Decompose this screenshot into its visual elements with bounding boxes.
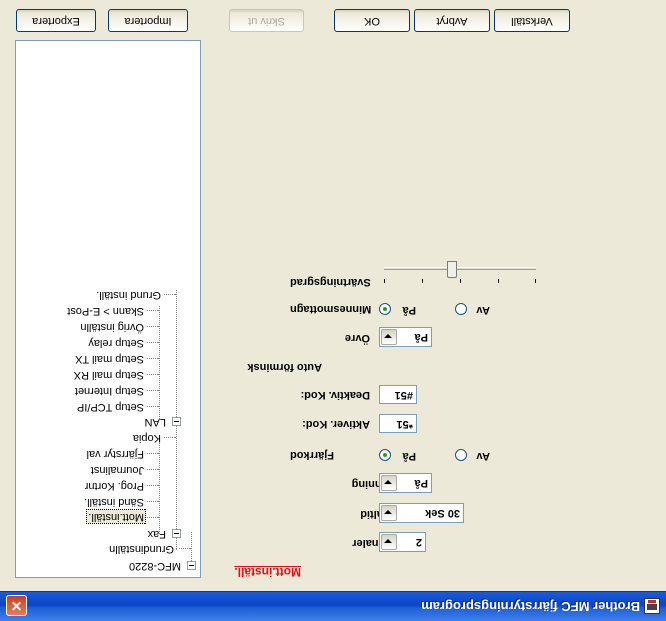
tree-guide: [159, 437, 160, 534]
chevron-down-icon[interactable]: [381, 534, 397, 550]
tree-guide: [147, 453, 159, 454]
remote-code-on-label: På: [402, 450, 416, 462]
close-button[interactable]: ✕: [6, 595, 27, 616]
upper-label: Övre: [344, 332, 370, 344]
tree-item[interactable]: Fjärrstyr val: [85, 447, 146, 460]
tree-item[interactable]: Grund inställ.: [94, 288, 163, 301]
fax-detect-value: På: [414, 477, 428, 489]
chevron-down-icon[interactable]: [381, 505, 397, 521]
collapse-icon[interactable]: [172, 417, 181, 426]
tree-guide: [147, 326, 159, 327]
tree-guide: [164, 294, 176, 295]
slider-tick: [384, 279, 385, 283]
tree-item[interactable]: Prog. Kortnr: [83, 479, 146, 492]
deactivate-code-input[interactable]: #51: [379, 385, 417, 404]
tree-item[interactable]: Grundinställn: [107, 542, 176, 555]
remote-code-off-radio[interactable]: [455, 449, 467, 461]
chevron-down-icon[interactable]: [381, 475, 397, 491]
auto-reduction-label: Auto förminsk: [247, 361, 322, 373]
slider-tick: [535, 279, 536, 283]
tree-root[interactable]: MFC-8220: [127, 559, 183, 572]
ring-count-value: 2: [415, 536, 422, 548]
memory-receive-on-label: På: [402, 304, 416, 316]
density-slider-track[interactable]: [384, 267, 536, 270]
tree-item[interactable]: Skann > E-Post: [65, 304, 146, 317]
tree-item[interactable]: Setup TCP/IP: [75, 400, 146, 413]
tree-item[interactable]: Setup mail TX: [73, 352, 146, 365]
tree-item[interactable]: Journalinst: [89, 463, 146, 476]
tree-item[interactable]: Setup Internet: [73, 384, 146, 397]
settings-tree[interactable]: MFC-8220 Grundinställn Fax Mott.inställ.…: [15, 40, 201, 578]
memory-receive-on-radio[interactable]: [379, 303, 391, 315]
printer-app-icon: [644, 598, 660, 614]
slider-tick: [460, 279, 461, 283]
slider-tick: [422, 279, 423, 283]
upper-value: På: [414, 331, 428, 343]
fd-ring-time-value: 30 Sek: [425, 507, 460, 519]
tree-item[interactable]: LAN: [143, 415, 168, 428]
tree-guide: [147, 310, 159, 311]
fd-ring-time-select[interactable]: 30 Sek: [379, 503, 464, 523]
deactivate-code-label: Deaktiv. Kod:: [300, 389, 370, 401]
ring-count-select[interactable]: 2: [379, 532, 426, 552]
tree-item[interactable]: Kopia: [131, 431, 163, 444]
collapse-icon[interactable]: [172, 529, 181, 538]
tree-item[interactable]: Sänd inställ.: [82, 495, 146, 508]
tree-guide: [147, 501, 159, 502]
tree-guide: [147, 390, 159, 391]
tree-item[interactable]: Setup relay: [86, 336, 146, 349]
tree-guide: [147, 358, 159, 359]
title-bar[interactable]: Brother MFC fjärrstyrningsprogram ✕: [0, 591, 666, 621]
tree-item-selected[interactable]: Mott.inställ.: [86, 509, 146, 524]
slider-tick: [498, 279, 499, 283]
tree-guide: [147, 342, 159, 343]
tree-guide: [147, 517, 159, 518]
memory-receive-off-radio[interactable]: [455, 303, 467, 315]
density-slider-thumb[interactable]: [447, 261, 458, 278]
activate-code-input[interactable]: *51: [379, 414, 417, 433]
tree-guide: [159, 306, 160, 419]
tree-guide: [147, 374, 159, 375]
collapse-icon[interactable]: [187, 561, 196, 570]
tree-item[interactable]: Fax: [146, 527, 168, 540]
remote-code-on-radio[interactable]: [379, 449, 391, 461]
upper-select[interactable]: På: [379, 327, 432, 347]
fax-detect-select[interactable]: På: [379, 473, 432, 493]
cancel-button[interactable]: Avbryt: [414, 9, 490, 32]
remote-code-off-label: Av: [476, 450, 490, 462]
section-heading: Mott.inställ.: [234, 565, 301, 579]
remote-setup-window: Brother MFC fjärrstyrningsprogram ✕ Mott…: [0, 0, 666, 621]
import-button[interactable]: Importera: [108, 9, 188, 32]
memory-receive-off-label: Av: [476, 304, 490, 316]
apply-button[interactable]: Verkställ: [494, 9, 570, 32]
ok-button[interactable]: OK: [334, 9, 410, 32]
density-label: Svärtningsgrad: [290, 276, 371, 288]
export-button[interactable]: Exportera: [16, 9, 96, 32]
tree-item[interactable]: Övrig inställn: [78, 320, 146, 333]
print-button[interactable]: Skriv ut: [229, 9, 304, 32]
tree-guide: [147, 406, 159, 407]
tree-guide: [147, 485, 159, 486]
tree-item[interactable]: Setup mail RX: [72, 368, 146, 381]
tree-guide: [147, 469, 159, 470]
window-title: Brother MFC fjärrstyrningsprogram: [421, 599, 640, 614]
tree-guide: [179, 548, 191, 549]
chevron-down-icon[interactable]: [381, 329, 397, 345]
activate-code-label: Aktiver. Kod:: [302, 418, 370, 430]
tree-guide: [164, 437, 176, 438]
